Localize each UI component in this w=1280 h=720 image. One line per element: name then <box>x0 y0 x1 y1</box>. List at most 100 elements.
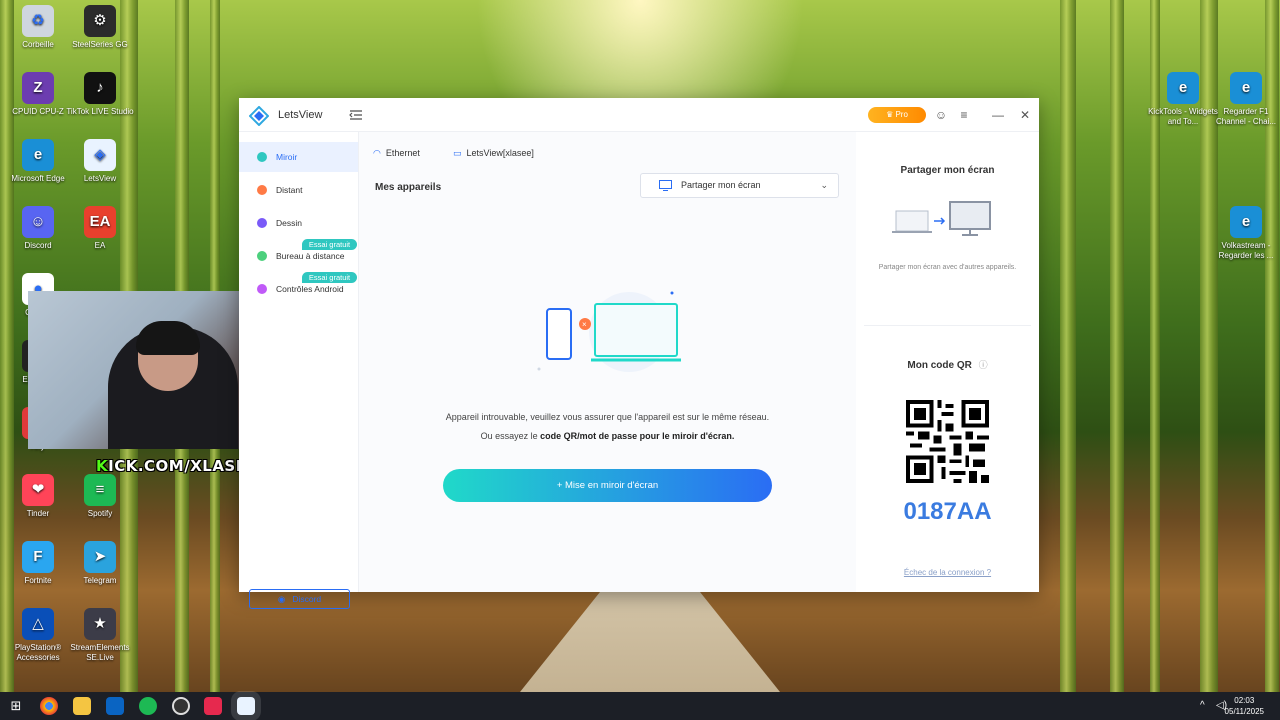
share-screen-description: Partager mon écran avec d'autres apparei… <box>878 264 1017 271</box>
app-shortcut-icon: ⚙ <box>84 5 116 37</box>
app-shortcut-icon: F <box>22 541 54 573</box>
monitor-icon: ▭ <box>453 148 462 158</box>
clock-date: 05/11/2025 <box>1224 707 1264 716</box>
desktop-icon[interactable]: ♪ TikTok LIVE Studio <box>62 72 138 117</box>
connection-failed-link[interactable]: Échec de la connexion ? <box>856 568 1039 577</box>
app-shortcut-icon: △ <box>22 608 54 640</box>
tab-ethernet[interactable]: ◠ Ethernet <box>373 148 420 159</box>
app-shortcut-icon: ❤ <box>22 474 54 506</box>
account-icon[interactable]: ☺ <box>933 107 949 123</box>
desktop-icon[interactable]: EA EA <box>62 206 138 251</box>
qr-hint-message: Ou essayez le code QR/mot de passe pour … <box>359 431 856 441</box>
no-device-illustration: × <box>537 291 681 372</box>
windows-start-icon[interactable]: ⊞ <box>7 697 25 715</box>
sidebar-item-icon <box>257 251 267 261</box>
pro-button[interactable]: ♛ Pro <box>868 107 926 123</box>
qr-code-title: Mon code QR ⓘ <box>856 358 1039 371</box>
desktop-icon[interactable]: ⚙ SteelSeries GG <box>62 5 138 50</box>
app-shortcut-icon: e <box>1230 72 1262 104</box>
desktop-icon[interactable]: ≡ Spotify <box>62 474 138 519</box>
screen-mirror-button[interactable]: + Mise en miroir d'écran <box>443 469 772 502</box>
discord-button[interactable]: ◉ Discord <box>249 589 350 609</box>
title-bar: LetsView ♛ Pro ☺ ≡ — ✕ <box>239 98 1039 132</box>
app-shortcut-icon: ☺ <box>22 206 54 238</box>
sidebar-item[interactable]: Miroir <box>239 142 358 172</box>
desktop-icon[interactable]: e Volkastream - Regarder les ... <box>1208 206 1280 261</box>
free-trial-badge: Essai gratuit <box>302 239 357 250</box>
chrome-icon[interactable] <box>40 697 58 715</box>
desktop-icon-label: Regarder F1 Channel - Chai... <box>1215 107 1277 126</box>
sidebar-item-label: Miroir <box>276 152 298 162</box>
app-shortcut-icon: ★ <box>84 608 116 640</box>
app-shortcut-icon: Z <box>22 72 54 104</box>
tab-device-label: LetsView[xlasee] <box>466 148 534 158</box>
desktop-icon-label: EA <box>94 241 106 250</box>
desktop-icon-label: Telegram <box>83 576 117 585</box>
share-screen-illustration <box>892 201 991 236</box>
sidebar-item-label: Dessin <box>276 218 302 228</box>
sidebar-item[interactable]: Distant <box>239 175 358 205</box>
tab-ethernet-label: Ethernet <box>385 148 420 158</box>
svg-text:×: × <box>582 320 587 329</box>
app-shortcut-icon: e <box>22 139 54 171</box>
desktop-icon-label: TikTok LIVE Studio <box>66 107 134 116</box>
app-title: LetsView <box>278 109 323 121</box>
chevron-up-icon[interactable]: ^ <box>1200 700 1205 711</box>
qr-code-image <box>906 400 989 483</box>
qr-hint-prefix: Ou essayez le <box>480 431 541 441</box>
share-dropdown-label: Partager mon écran <box>681 180 761 190</box>
letsview-window: LetsView ♛ Pro ☺ ≡ — ✕ Miroir Distant Dess… <box>239 98 1039 609</box>
qr-hint-link[interactable]: code QR/mot de passe pour le miroir d'éc… <box>540 431 734 441</box>
share-screen-title: Partager mon écran <box>900 165 995 176</box>
help-icon[interactable]: ⓘ <box>979 360 988 370</box>
desktop-icon-label: Volkastream - Regarder les ... <box>1218 241 1274 260</box>
divider <box>864 325 1031 326</box>
main-panel: ◠ Ethernet ▭ LetsView[xlasee] Mes appare… <box>359 132 856 592</box>
free-trial-badge: Essai gratuit <box>302 272 357 283</box>
app-shortcut-icon: ♪ <box>84 72 116 104</box>
tab-device[interactable]: ▭ LetsView[xlasee] <box>453 148 534 159</box>
qr-code-title-label: Mon code QR <box>907 360 972 371</box>
sidebar-item-label: Bureau à distance <box>276 251 345 261</box>
spotify-icon[interactable] <box>139 697 157 715</box>
hamburger-menu-icon[interactable]: ≡ <box>956 107 972 123</box>
desktop-icon[interactable]: ➤ Telegram <box>62 541 138 586</box>
close-button[interactable]: ✕ <box>1017 107 1033 123</box>
sidebar-item[interactable]: Dessin <box>239 208 358 238</box>
desktop-icon[interactable]: ★ StreamElements SE.Live <box>62 608 138 663</box>
discord-icon: ◉ <box>277 594 286 604</box>
right-panel: Partager mon écran Partager mon écran av… <box>856 132 1039 592</box>
wifi-icon: ◠ <box>373 148 381 158</box>
desktop-icon-label: Spotify <box>87 509 113 518</box>
desktop-icon-label: LetsView <box>83 174 117 183</box>
sidebar-item-icon <box>257 218 267 228</box>
section-title: Mes appareils <box>375 182 442 193</box>
desktop-icon-label: SteelSeries GG <box>72 40 128 49</box>
collapse-menu-icon[interactable] <box>349 108 363 122</box>
sidebar-item-label: Distant <box>276 185 303 195</box>
desktop-icon-label: StreamElements SE.Live <box>70 643 130 662</box>
sidebar-item-icon <box>257 284 267 294</box>
file-explorer-icon[interactable] <box>73 697 91 715</box>
desktop-icon[interactable]: ◈ LetsView <box>62 139 138 184</box>
app-shortcut-icon: e <box>1167 72 1199 104</box>
letsview-logo-icon <box>249 106 269 126</box>
app-shortcut-icon: ◈ <box>84 139 116 171</box>
device-not-found-message: Appareil introuvable, veuillez vous assu… <box>445 412 770 422</box>
taskbar: ⊞ ^ ◁) 02:03 05/11/2025 <box>0 692 1280 720</box>
minimize-button[interactable]: — <box>990 107 1006 123</box>
clock-time: 02:03 <box>1234 696 1255 705</box>
tiktok-live-icon[interactable] <box>204 697 222 715</box>
letsview-taskbar-icon[interactable] <box>237 697 255 715</box>
connection-code: 0187AA <box>903 498 992 525</box>
pro-label: Pro <box>895 110 908 119</box>
app-shortcut-icon: e <box>1230 206 1262 238</box>
share-screen-dropdown[interactable]: Partager mon écran ⌄ <box>640 173 839 198</box>
app-shortcut-icon: ≡ <box>84 474 116 506</box>
obs-icon[interactable] <box>172 697 190 715</box>
outlook-icon[interactable] <box>106 697 124 715</box>
clock[interactable]: 02:03 05/11/2025 <box>1225 695 1264 717</box>
sidebar: Miroir Distant Dessin Bureau à distance Cont… <box>239 132 359 609</box>
desktop-icon[interactable]: e Regarder F1 Channel - Chai... <box>1208 72 1280 127</box>
sidebar-item-label: Contrôles Android <box>276 284 344 294</box>
